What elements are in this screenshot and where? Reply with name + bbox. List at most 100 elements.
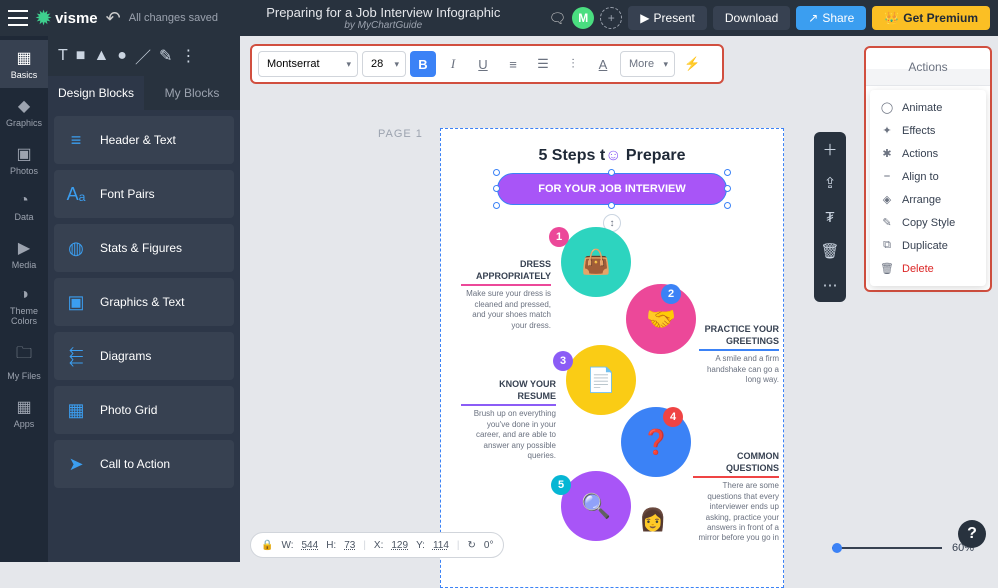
page-canvas[interactable]: 5 Steps t☺ Prepare FOR YOUR JOB INTERVIE…	[440, 128, 784, 588]
circle-tool-icon[interactable]: ●	[117, 47, 127, 65]
action-copy-style[interactable]: ✎Copy Style	[870, 211, 986, 234]
present-button[interactable]: ▶ Present	[628, 6, 707, 30]
nav-rail: ▦Basics◆Graphics▣Photos◔Data▶Media◑Theme…	[0, 36, 48, 562]
rotation-value[interactable]: 0°	[484, 540, 494, 551]
cta-selected-element[interactable]: FOR YOUR JOB INTERVIEW ↕	[497, 173, 727, 205]
text-toolbar: Montserrat 28 B I U ≡ ☰ ⫶ A More ⚡	[250, 44, 724, 84]
page-title[interactable]: 5 Steps t☺ Prepare	[441, 147, 783, 165]
rect-tool-icon[interactable]: ■	[76, 47, 86, 65]
action-duplicate[interactable]: ⧉Duplicate	[870, 234, 986, 257]
y-value[interactable]: 114	[433, 540, 449, 551]
bold-button[interactable]: B	[410, 51, 436, 77]
action-animate[interactable]: ◯Animate	[870, 96, 986, 119]
lock-icon[interactable]: 🔒	[261, 540, 273, 551]
resize-handle[interactable]	[724, 185, 731, 192]
line-tool-icon[interactable]: ／	[135, 44, 151, 68]
tab-design-blocks[interactable]: Design Blocks	[48, 76, 144, 110]
action-actions[interactable]: ✱Actions	[870, 142, 986, 165]
more-icon[interactable]: ⋯	[814, 268, 846, 302]
resize-handle[interactable]	[608, 169, 615, 176]
right-toolbar: ＋ ⇪ ₮ 🗑 ⋯	[814, 132, 846, 302]
help-button[interactable]: ?	[958, 520, 986, 548]
resize-handle[interactable]	[493, 202, 500, 209]
shape-tool-row: T ■ ▲ ● ／ ✎ ⋮	[48, 36, 240, 76]
block-font-pairs[interactable]: AₐFont Pairs	[54, 170, 234, 218]
zoom-slider[interactable]	[832, 547, 942, 549]
more-format-button[interactable]: More	[620, 51, 675, 77]
share-button[interactable]: ↗ Share	[796, 6, 866, 30]
hamburger-menu[interactable]	[8, 10, 28, 26]
font-size-select[interactable]: 28	[362, 51, 406, 77]
nav-apps[interactable]: ▦Apps	[0, 389, 48, 437]
rotate-icon[interactable]: ↻	[468, 540, 476, 551]
actions-tab[interactable]: Actions	[866, 48, 990, 86]
cta-text: FOR YOUR JOB INTERVIEW	[538, 183, 686, 195]
step-badge: 2	[661, 284, 681, 304]
resize-handle[interactable]	[493, 169, 500, 176]
comment-icon[interactable]: 🗨	[549, 10, 567, 27]
list-icon[interactable]: ☰	[530, 51, 556, 77]
step-badge: 5	[551, 475, 571, 495]
more-tools-icon[interactable]: ⋮	[180, 46, 196, 66]
step-badge: 4	[663, 407, 683, 427]
block-call-to-action[interactable]: ➤Call to Action	[54, 440, 234, 488]
get-premium-button[interactable]: 👑 Get Premium	[872, 6, 990, 30]
resize-handle[interactable]	[724, 202, 731, 209]
text-settings-icon[interactable]: ₮	[814, 200, 846, 234]
nav-media[interactable]: ▶Media	[0, 230, 48, 278]
page-label: PAGE 1	[378, 128, 423, 140]
spacing-icon[interactable]: ⫶	[560, 51, 586, 77]
add-collaborator-button[interactable]: +	[600, 7, 622, 29]
nav-basics[interactable]: ▦Basics	[0, 40, 48, 88]
panel-tabs: Design Blocks My Blocks	[48, 76, 240, 110]
nav-photos[interactable]: ▣Photos	[0, 136, 48, 184]
status-bar: 🔒 W:544 H:73 | X:129 Y:114 | ↻ 0°	[250, 532, 504, 558]
action-arrange[interactable]: ◈Arrange	[870, 188, 986, 211]
resize-handle[interactable]	[608, 202, 615, 209]
document-author: by MyChartGuide	[226, 20, 540, 31]
pen-tool-icon[interactable]: ✎	[159, 46, 172, 66]
app-header: ✹visme ↶ All changes saved Preparing for…	[0, 0, 998, 36]
download-button[interactable]: Download	[713, 6, 790, 30]
side-panel: T ■ ▲ ● ／ ✎ ⋮ Design Blocks My Blocks ≡H…	[48, 36, 240, 562]
text-tool-icon[interactable]: T	[58, 47, 68, 65]
animate-icon[interactable]: ⚡	[679, 51, 705, 77]
triangle-tool-icon[interactable]: ▲	[93, 47, 109, 65]
italic-button[interactable]: I	[440, 51, 466, 77]
zoom-control: 60% ?	[832, 542, 974, 554]
block-diagrams[interactable]: ⬱Diagrams	[54, 332, 234, 380]
actions-panel: Actions ◯Animate✦Effects✱Actions⎯Align t…	[864, 46, 992, 292]
block-stats-figures[interactable]: ◍Stats & Figures	[54, 224, 234, 272]
add-icon[interactable]: ＋	[814, 132, 846, 166]
canvas-area[interactable]: Montserrat 28 B I U ≡ ☰ ⫶ A More ⚡ PAGE …	[240, 36, 998, 562]
nav-theme-colors[interactable]: ◑Theme Colors	[0, 278, 48, 334]
save-status: All changes saved	[129, 12, 218, 24]
logo: ✹visme	[36, 8, 98, 29]
nav-my-files[interactable]: 🗀My Files	[0, 334, 48, 389]
text-color-icon[interactable]: A	[590, 51, 616, 77]
action-delete[interactable]: 🗑Delete	[870, 257, 986, 280]
resize-handle[interactable]	[493, 185, 500, 192]
avatar[interactable]: M	[572, 7, 594, 29]
align-icon[interactable]: ≡	[500, 51, 526, 77]
nav-data[interactable]: ◔Data	[0, 184, 48, 230]
height-value[interactable]: 73	[344, 540, 355, 551]
underline-button[interactable]: U	[470, 51, 496, 77]
x-value[interactable]: 129	[391, 540, 408, 551]
block-header-text[interactable]: ≡Header & Text	[54, 116, 234, 164]
action-align-to[interactable]: ⎯Align to	[870, 165, 986, 188]
step-badge: 1	[549, 227, 569, 247]
resize-handle[interactable]	[724, 169, 731, 176]
block-graphics-text[interactable]: ▣Graphics & Text	[54, 278, 234, 326]
nav-graphics[interactable]: ◆Graphics	[0, 88, 48, 136]
block-list: ≡Header & Text AₐFont Pairs ◍Stats & Figur…	[48, 110, 240, 494]
trash-icon[interactable]: 🗑	[814, 234, 846, 268]
width-value[interactable]: 544	[302, 540, 319, 551]
tab-my-blocks[interactable]: My Blocks	[144, 76, 240, 110]
document-title[interactable]: Preparing for a Job Interview Infographi…	[226, 5, 540, 20]
upload-icon[interactable]: ⇪	[814, 166, 846, 200]
undo-icon[interactable]: ↶	[106, 8, 121, 29]
action-effects[interactable]: ✦Effects	[870, 119, 986, 142]
font-select[interactable]: Montserrat	[258, 51, 358, 77]
block-photo-grid[interactable]: ▦Photo Grid	[54, 386, 234, 434]
